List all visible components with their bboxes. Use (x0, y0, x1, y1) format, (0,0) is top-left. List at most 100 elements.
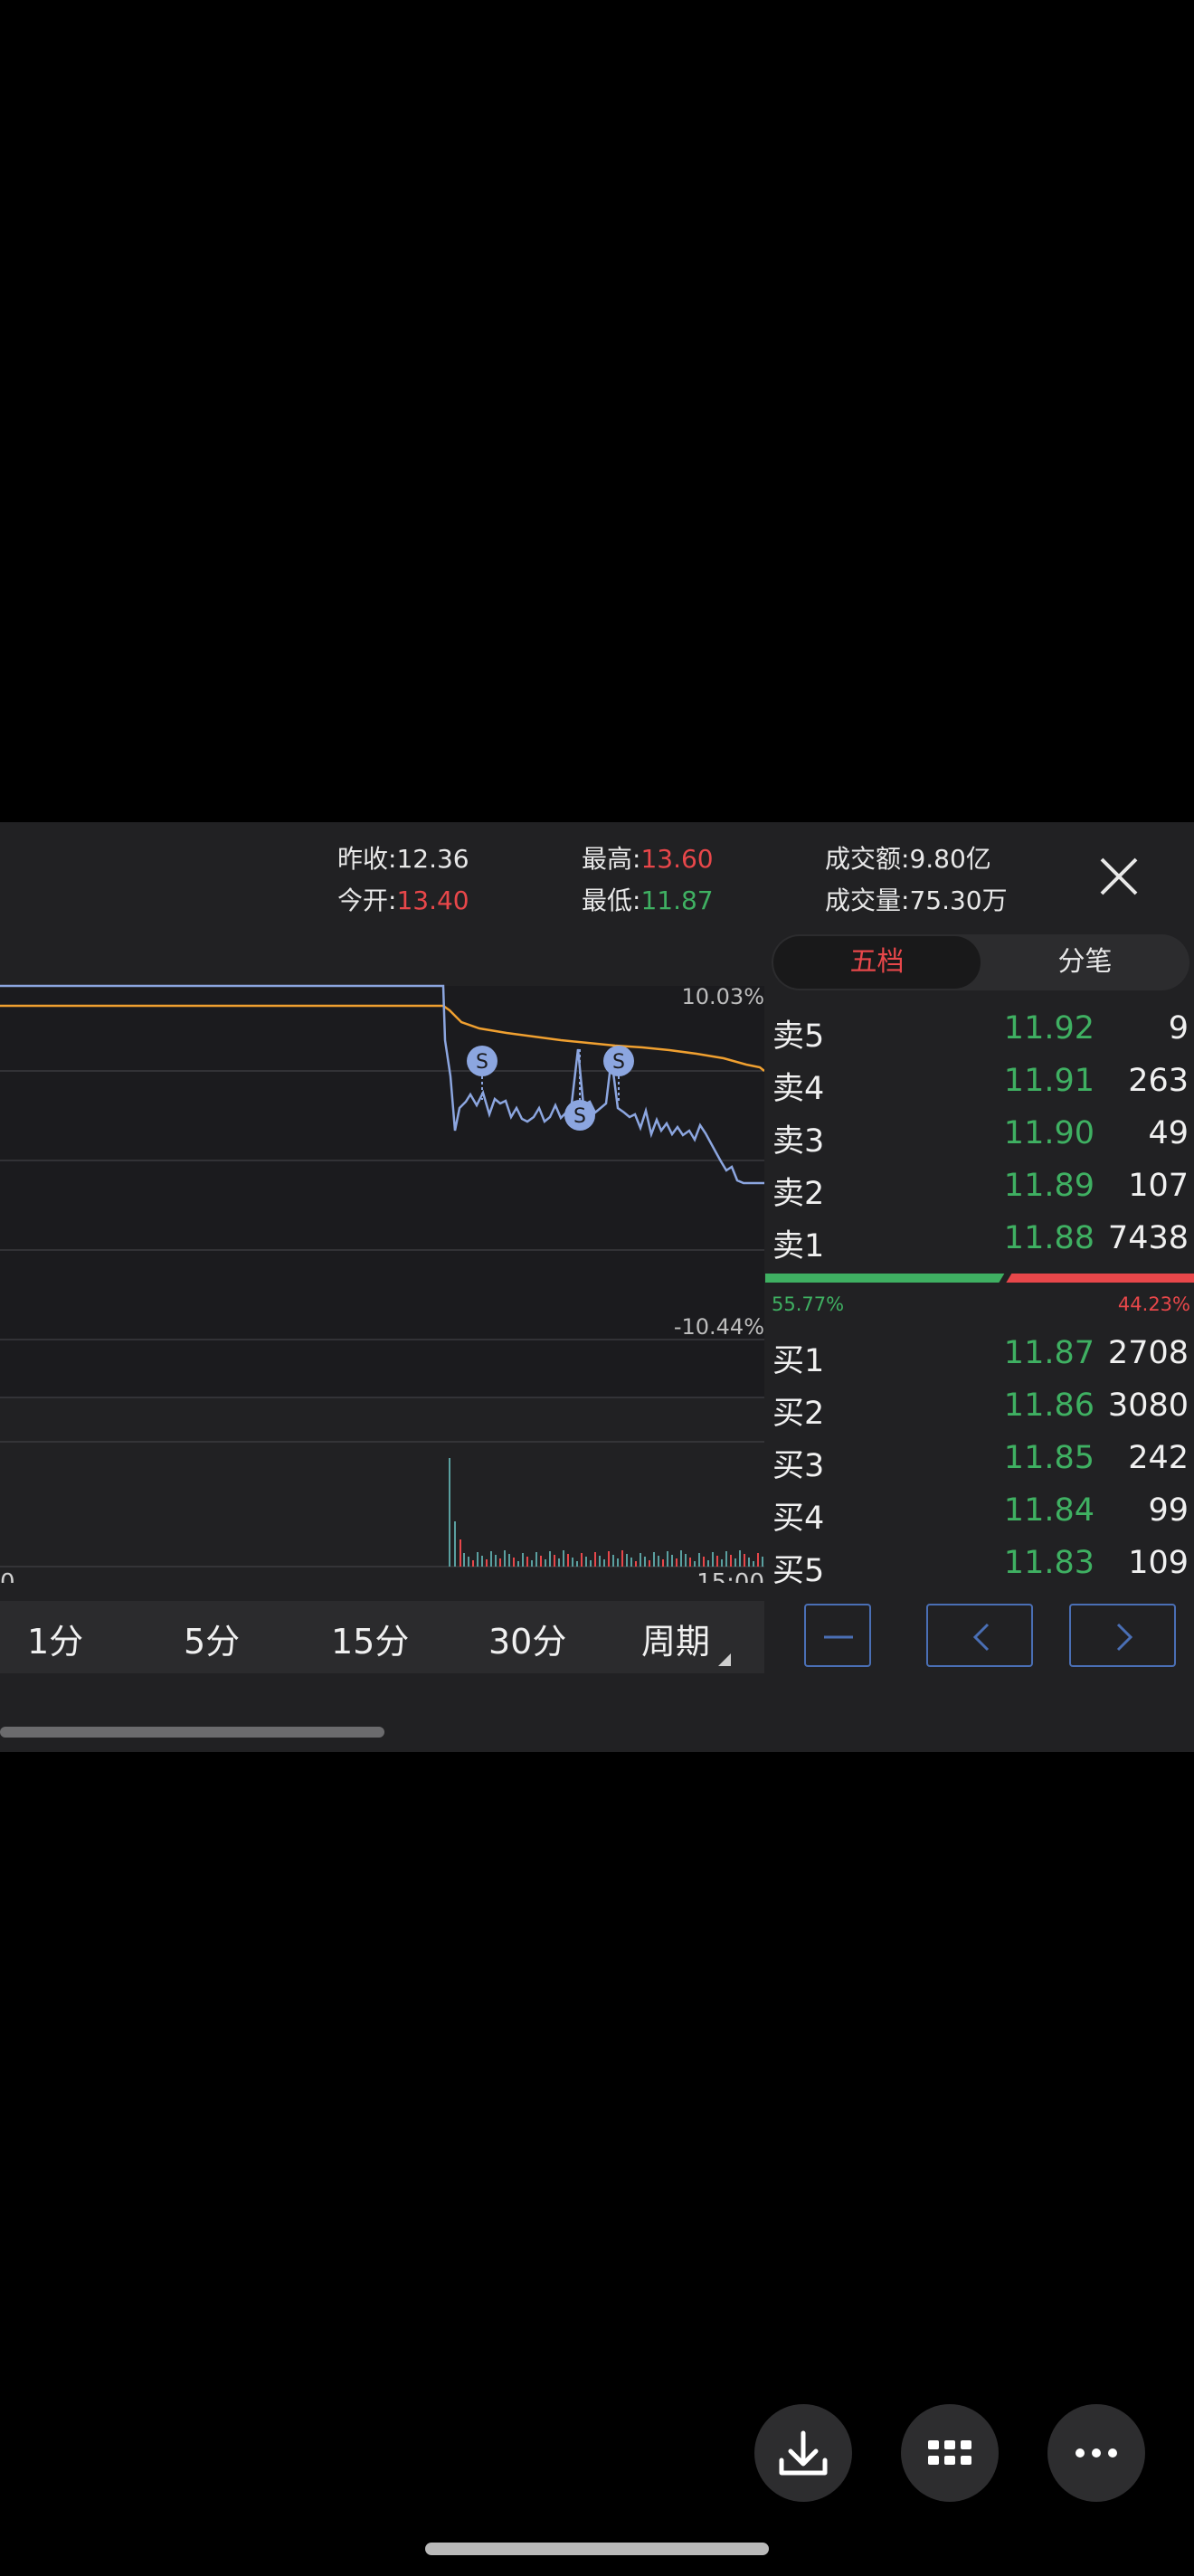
period-15min[interactable]: 15分 (331, 1614, 409, 1663)
ask-qty: 107 (1128, 1168, 1189, 1204)
volume-bar (658, 1556, 659, 1567)
volume-bar (477, 1552, 479, 1567)
prev-button[interactable] (926, 1604, 1033, 1667)
volume-bar (526, 1557, 528, 1567)
ask-label: 卖4 (772, 1071, 825, 1107)
more-button[interactable] (1047, 2404, 1145, 2502)
bid-row: 买5 11.83 109 (769, 1539, 1194, 1592)
prev-close: 昨收:12.36 (337, 839, 469, 876)
pct-top-label: 10.03% (681, 984, 764, 1009)
quote-stats: 昨收:12.36 今开:13.40 最高:13.60 最低:11.87 成交额:… (0, 830, 1085, 921)
volume-bar (712, 1552, 714, 1567)
volume-bar (644, 1557, 646, 1567)
chevron-right-icon (1116, 1623, 1133, 1652)
ask-row: 卖1 11.88 7438 (769, 1215, 1194, 1267)
download-button[interactable] (754, 2404, 852, 2502)
turnover-value: 9.80亿 (909, 844, 991, 874)
time-start-label: 0 (0, 1569, 15, 1583)
volume-bar (449, 1458, 450, 1567)
close-button[interactable] (1091, 848, 1147, 904)
buy-ratio-label: 55.77% (772, 1293, 845, 1315)
bid-row: 买3 11.85 242 (769, 1435, 1194, 1487)
volume-bar (531, 1560, 533, 1567)
volume-bar (585, 1557, 587, 1567)
volume-bar (545, 1559, 546, 1567)
bid-label: 买2 (772, 1396, 825, 1432)
low-label: 最低: (582, 886, 641, 915)
volume-bar (454, 1521, 456, 1567)
bid-price: 11.85 (1003, 1440, 1094, 1476)
volume-bar (567, 1554, 569, 1567)
bid-row: 买2 11.86 3080 (769, 1382, 1194, 1435)
tab-tick-detail[interactable]: 分笔 (981, 934, 1189, 990)
volume-bar (626, 1554, 628, 1567)
apps-button[interactable] (901, 2404, 999, 2502)
volume-bar (680, 1550, 682, 1567)
sell-ratio-label: 44.23% (1117, 1293, 1190, 1315)
volume-bar (603, 1559, 605, 1567)
volume-bar (460, 1539, 461, 1567)
volume-bar (617, 1558, 619, 1567)
more-icon (1076, 2448, 1117, 2458)
volume-bar (716, 1556, 718, 1567)
volume-bar (490, 1551, 492, 1567)
volume-bar (762, 1557, 763, 1567)
buy-ratio-fill (765, 1274, 1005, 1283)
home-indicator[interactable] (425, 2543, 769, 2555)
volume-bar (599, 1556, 601, 1567)
turnover-label: 成交额: (825, 844, 910, 874)
volume-bar (504, 1550, 506, 1567)
ask-price: 11.88 (1003, 1220, 1094, 1256)
volume-bar (707, 1560, 709, 1567)
open-label: 今开: (337, 886, 397, 915)
sell-ratio-fill (1006, 1274, 1194, 1283)
period-30min[interactable]: 30分 (488, 1614, 566, 1663)
bid-qty: 3080 (1107, 1387, 1189, 1424)
volume-bar (572, 1558, 573, 1567)
tab-five-level[interactable]: 五档 (773, 936, 981, 989)
ask-price: 11.92 (1003, 1010, 1094, 1046)
volume-bar (757, 1553, 759, 1567)
volume-bar (689, 1558, 691, 1567)
volume-bar (594, 1552, 596, 1567)
bid-row: 买4 11.84 99 (769, 1487, 1194, 1539)
prev-close-value: 12.36 (396, 844, 469, 874)
bid-label: 买5 (772, 1553, 825, 1589)
dropdown-corner-icon (718, 1653, 731, 1666)
period-selector: 1分 5分 15分 30分 周期 (0, 1601, 764, 1673)
volume-bar (748, 1558, 750, 1567)
time-end-label: 15:00 (696, 1569, 764, 1583)
ask-qty: 7438 (1107, 1220, 1189, 1256)
intraday-chart[interactable]: 10.03% -10.44% S S S 0 15:00 (0, 959, 764, 1583)
signal-marker-label: S (573, 1105, 586, 1128)
volume-bar (549, 1551, 551, 1567)
volume-bar (517, 1561, 519, 1567)
minus-button[interactable] (804, 1604, 871, 1667)
horizontal-scrollbar[interactable] (0, 1727, 384, 1738)
volume-bar (554, 1555, 555, 1567)
volume-bar (744, 1554, 745, 1567)
next-button[interactable] (1069, 1604, 1176, 1667)
ask-qty: 49 (1148, 1115, 1189, 1151)
period-5min[interactable]: 5分 (184, 1614, 240, 1663)
period-cycle[interactable]: 周期 (641, 1614, 710, 1663)
volume-bar (676, 1558, 678, 1567)
low-value: 11.87 (640, 886, 714, 915)
download-icon (779, 2430, 828, 2476)
period-1min[interactable]: 1分 (27, 1614, 83, 1663)
volume-bar (463, 1553, 465, 1567)
bid-row: 买1 11.87 2708 (769, 1330, 1194, 1382)
ask-label: 卖3 (772, 1123, 825, 1160)
volume: 成交量:75.30万 (825, 881, 1008, 917)
open: 今开:13.40 (337, 881, 469, 917)
volume-bar (540, 1556, 542, 1567)
ask-row: 卖5 11.92 9 (769, 1005, 1194, 1057)
high-label: 最高: (582, 844, 641, 874)
ask-price: 11.90 (1003, 1115, 1094, 1151)
volume-bar (581, 1553, 583, 1567)
bid-qty: 109 (1128, 1545, 1189, 1581)
volume-bar (725, 1551, 727, 1567)
pct-bottom-label: -10.44% (674, 1314, 764, 1340)
ask-qty: 9 (1168, 1010, 1189, 1046)
bid-qty: 99 (1148, 1492, 1189, 1529)
